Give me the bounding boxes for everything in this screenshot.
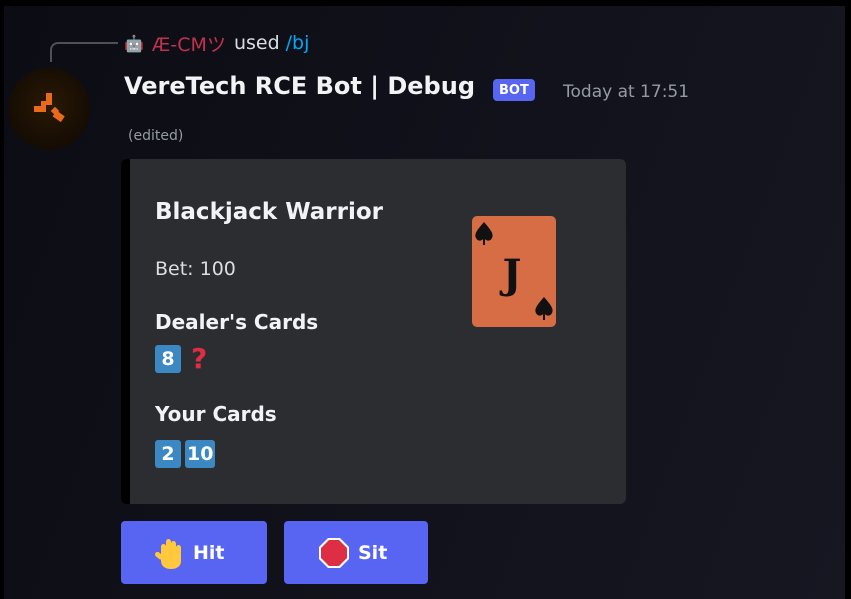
window-frame-top	[0, 0, 851, 6]
raised-hand-icon	[155, 538, 181, 569]
edited-label: (edited)	[128, 128, 184, 144]
sit-button-label: Sit	[358, 541, 388, 564]
message-author[interactable]: VereTech RCE Bot | Debug	[124, 72, 475, 100]
your-cards: 2 10	[155, 440, 216, 468]
card-rank: J	[500, 251, 522, 298]
window-frame-left	[0, 0, 4, 599]
bot-avatar[interactable]	[8, 68, 90, 150]
reply-used-text: used	[233, 32, 280, 54]
rust-logo-icon	[34, 93, 65, 123]
your-cards-label: Your Cards	[155, 402, 277, 426]
reply-reference[interactable]: 🤖 Æ-CMツ used /bj	[124, 28, 309, 58]
hidden-card-question-icon: ?	[191, 342, 208, 375]
dealer-card-1: 8	[155, 345, 181, 373]
dealer-cards: 8 ?	[155, 345, 207, 373]
player-card-1: 2	[155, 440, 181, 468]
sit-button[interactable]: Sit	[284, 521, 428, 584]
blackjack-embed: Blackjack Warrior Bet: 100 Dealer's Card…	[121, 159, 626, 504]
hit-button[interactable]: Hit	[121, 521, 267, 584]
reply-username[interactable]: Æ-CMツ	[152, 30, 226, 57]
reply-command[interactable]: /bj	[286, 32, 310, 54]
player-card-2: 10	[185, 440, 216, 468]
embed-title: Blackjack Warrior	[155, 199, 383, 225]
embed-bet: Bet: 100	[155, 258, 236, 280]
robot-avatar-icon[interactable]: 🤖	[124, 34, 144, 53]
hit-button-label: Hit	[193, 541, 225, 564]
reply-spine	[50, 42, 118, 62]
dealer-cards-label: Dealer's Cards	[155, 310, 319, 334]
window-frame-right	[845, 0, 851, 599]
stop-sign-icon	[319, 537, 349, 568]
message-timestamp[interactable]: Today at 17:51	[563, 82, 689, 102]
jack-of-spades-card-icon[interactable]: J	[472, 216, 556, 327]
bot-tag: BOT	[493, 79, 535, 101]
